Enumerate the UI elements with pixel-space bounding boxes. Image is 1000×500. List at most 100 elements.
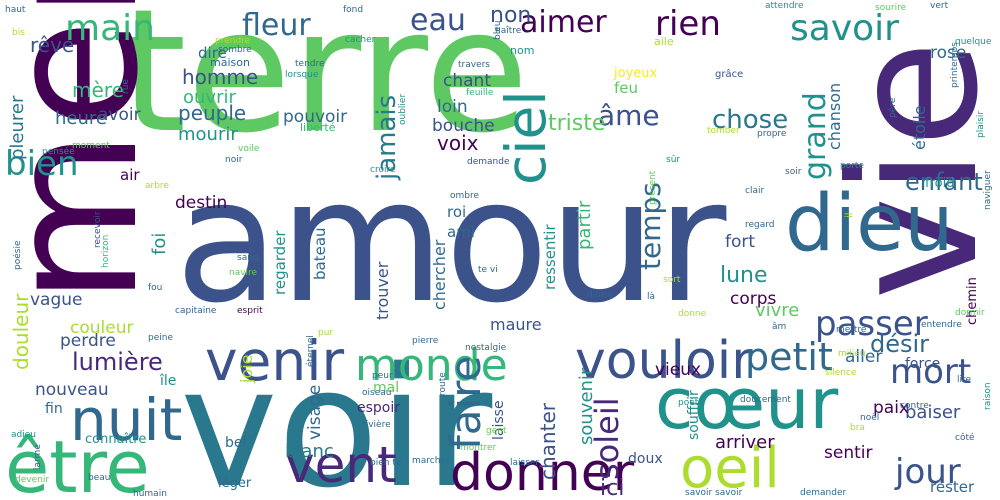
word-beau: beau (88, 473, 110, 483)
word-nostalgie: nostalgie (465, 343, 507, 353)
word-bateau: bateau (311, 227, 329, 280)
word-côté: côté (955, 432, 975, 443)
word-noël: noël (860, 413, 879, 423)
word-raison: raison (983, 382, 993, 410)
word-souvenir: souvenir (576, 367, 597, 445)
word-corps: corps (730, 289, 777, 309)
word-île: île (159, 373, 176, 389)
word-doucement: doucement (740, 395, 791, 405)
word-ouvrir: ouvrir (183, 87, 236, 108)
word-bra: bra (850, 423, 865, 433)
word-chanter: chanter (536, 402, 560, 480)
word-rivière: rivière (362, 419, 391, 430)
word-quelque: quelque (955, 37, 992, 47)
word-pensée: pensée (42, 146, 75, 157)
word-étoile: étoile (910, 105, 929, 150)
word-peine: peine (148, 333, 173, 343)
word-doux: doux (628, 451, 663, 467)
word-faire: faire (441, 356, 490, 450)
word-lune: lune (720, 263, 768, 288)
word-joyeux: joyeux (613, 66, 657, 81)
word-âm: âm (772, 322, 786, 332)
word-bel: bel (225, 435, 246, 451)
word-sombre: sombre (218, 45, 252, 55)
word-mettre: mettre (836, 325, 867, 335)
word-cloud-canvas: terreamourvoirviemerdieuvouloirvenircœur… (0, 0, 1000, 500)
word-ici: ici (600, 476, 624, 500)
word-voile: voile (238, 144, 260, 154)
word-entendre: entendre (921, 320, 962, 330)
word-nom: nom (510, 44, 534, 57)
word-espoir: espoir (357, 400, 400, 416)
word-haut: haut (5, 5, 26, 15)
word-venir: venir (205, 329, 345, 393)
word-ciel: ciel (494, 90, 558, 185)
word-foi: foi (149, 233, 170, 255)
word-savoir: savoir (790, 8, 899, 49)
word-bis: bis (12, 28, 25, 38)
word-liberté: liberté (300, 121, 336, 134)
word-vert: vert (930, 1, 949, 11)
word-avoir: avoir (98, 105, 141, 125)
word-lire: lire (957, 375, 972, 385)
word-pur: pur (318, 328, 333, 338)
word-ombre: ombre (450, 191, 479, 201)
word-nouveau: nouveau (35, 380, 109, 400)
word-vague: vague (30, 290, 83, 310)
word-pierre: pierre (412, 336, 439, 346)
word-air: air (120, 166, 140, 184)
word-naviguer: naviguer (983, 170, 993, 210)
word-fleur: fleur (242, 8, 311, 43)
word-fond: fond (343, 5, 363, 15)
word-dame: dame (587, 290, 613, 300)
word-oiseau: oiseau (362, 388, 391, 398)
word-il: il (844, 212, 855, 218)
word-attendre: attendre (765, 1, 804, 11)
word-clair: clair (745, 186, 764, 196)
word-mourir: mourir (178, 124, 238, 145)
word-sentir: sentir (824, 443, 872, 463)
word-peur: peur (372, 371, 393, 381)
word-bien-te: bien te (370, 458, 402, 468)
word-noir: noir (225, 155, 243, 165)
word-savoir-savoir: savoir savoir (685, 488, 743, 498)
word-printemps: printemps (950, 42, 960, 88)
word-soir: soir (785, 167, 802, 177)
word-ami: ami (447, 223, 475, 241)
word-dormir: dormir (955, 308, 985, 318)
word-gent: gent (486, 426, 507, 436)
word-bouche: bouche (432, 116, 495, 136)
word-arriver: arriver (715, 432, 775, 453)
word-éternel: éternel (305, 335, 316, 367)
word-froid: froid (925, 176, 954, 191)
word-sûr: sûr (666, 155, 680, 165)
word-regarder: regarder (271, 230, 289, 295)
word-aimer: aimer (520, 5, 607, 40)
word-mère: mère (72, 78, 124, 102)
word-demande: demande (467, 157, 510, 167)
word-chanson: chanson (825, 83, 844, 150)
word-ressentir: ressentir (541, 224, 559, 290)
word-fort: fort (725, 232, 755, 252)
word-chercher: chercher (430, 239, 449, 310)
word-lumière: lumière (72, 348, 163, 376)
word-âme: âme (598, 99, 660, 132)
word-rue: rue (121, 79, 131, 94)
word-oublier: oublier (398, 94, 408, 125)
word-triste: triste (548, 111, 605, 136)
word-adieu: adieu (11, 430, 36, 440)
word-regard: regard (745, 220, 775, 230)
word-feu: feu (614, 79, 638, 97)
word-poésie: poésie (12, 240, 23, 270)
word-demander: demander (800, 488, 846, 498)
word-poète: poète (678, 397, 704, 408)
word-bleu: bleu (493, 21, 503, 40)
word-grâce: grâce (715, 68, 743, 80)
word-milieu: milieu (838, 349, 866, 359)
word-feuille: feuille (466, 88, 494, 98)
word-propre: propre (757, 129, 787, 139)
word-maure: maure (490, 315, 542, 334)
word-cloud: terreamourvoirviemerdieuvouloirvenircœur… (0, 0, 1000, 500)
word-capitaine: capitaine (175, 306, 217, 316)
word-lorsque: lorsque (285, 70, 319, 80)
